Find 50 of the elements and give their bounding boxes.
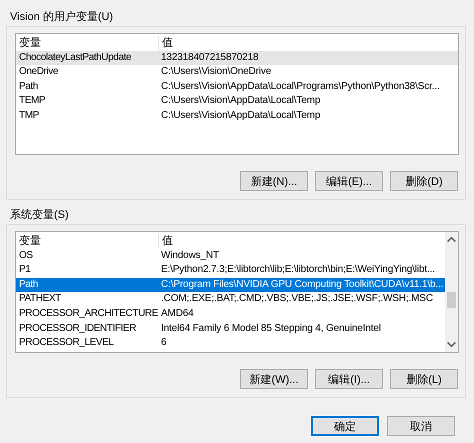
dialog-button[interactable]: 取消 [387, 416, 455, 436]
variable-name: Path [19, 278, 39, 292]
variable-value: E:\Python2.7.3;E:\libtorch\lib;E:\libtorch\bin;E:\WeiYingYing\libt... [161, 263, 436, 278]
variable-name: PROCESSOR_IDENTIFIER [19, 322, 138, 336]
variable-name: TEMP [19, 94, 46, 108]
variable-name: Path [19, 80, 39, 94]
dialog-button[interactable]: 新建(W)... [240, 369, 308, 389]
dialog-button[interactable]: 确定 [311, 416, 379, 436]
variable-row[interactable]: TMP C:\Users\Vision\AppData\Local\Temp [16, 108, 458, 124]
variable-value: C:\Users\Vision\OneDrive [161, 65, 272, 80]
scroll-thumb[interactable] [447, 292, 456, 308]
variable-name: PROCESSOR_LEVEL [19, 336, 115, 350]
variable-row[interactable]: PATHEXT .COM;.EXE;.BAT;.CMD;.VBS;.VBE;.JS;.JSE;.WSF;.WSH;.MSC [16, 292, 445, 307]
variable-value: 132318407215870218 [161, 50, 260, 65]
variable-name: ChocolateyLastPathUpdate [19, 50, 132, 65]
variable-row[interactable]: Path C:\Program Files\NVIDIA GPU Computing Toolkit\CUDA\v11.1\b... [16, 278, 445, 292]
variable-value: Windows_NT [161, 248, 220, 263]
dialog-button[interactable]: 新建(N)... [240, 171, 308, 191]
variable-row[interactable]: OS Windows_NT [16, 248, 445, 264]
column-header[interactable]: 变量 [19, 234, 161, 249]
variable-name: PROCESSOR_ARCHITECTURE [19, 306, 159, 321]
variable-name: OS [19, 248, 34, 263]
dialog-button[interactable]: 删除(D) [390, 171, 458, 191]
variable-row[interactable]: PROCESSOR_IDENTIFIER Intel64 Family 6 Model 85 Stepping 4, GenuineIntel [16, 322, 445, 336]
dialog-button[interactable]: 编辑(E)... [315, 171, 383, 191]
variable-value: 6 [161, 336, 168, 350]
column-header[interactable]: 变量 [19, 36, 161, 51]
variable-row[interactable]: TEMP C:\Users\Vision\AppData\Local\Temp [16, 94, 458, 109]
variable-name: PATHEXT [19, 292, 62, 306]
variable-name: P1 [19, 263, 32, 278]
variable-row[interactable]: PROCESSOR_ARCHITECTURE AMD64 [16, 306, 445, 322]
variable-value: C:\Users\Vision\AppData\Local\Programs\Python\Python38\Scr... [161, 80, 441, 94]
variable-value: C:\Users\Vision\AppData\Local\Temp [161, 94, 322, 108]
variable-row[interactable]: Path C:\Users\Vision\AppData\Local\Programs\Python\Python38\Scr... [16, 80, 458, 94]
dialog-button[interactable]: 删除(L) [390, 369, 458, 389]
variable-name: OneDrive [19, 65, 60, 80]
variable-name: TMP [19, 108, 40, 123]
variable-row[interactable]: OneDrive C:\Users\Vision\OneDrive [16, 65, 458, 80]
variable-value: C:\Users\Vision\AppData\Local\Temp [161, 108, 322, 123]
scrollbar[interactable] [445, 232, 458, 352]
variable-value: Intel64 Family 6 Model 85 Stepping 4, GenuineIntel [161, 322, 382, 336]
variable-row[interactable]: ChocolateyLastPathUpdate 132318407215870218 [16, 50, 458, 66]
variable-value: .COM;.EXE;.BAT;.CMD;.VBS;.VBE;.JS;.JSE;.WSF;.WSH;.MSC [161, 292, 434, 306]
group-title: Vision 的用户变量(U) [9, 10, 114, 25]
variable-row[interactable]: PROCESSOR_LEVEL 6 [16, 336, 445, 351]
variable-row[interactable]: P1 E:\Python2.7.3;E:\libtorch\lib;E:\libtorch\bin;E:\WeiYingYing\libt... [16, 263, 445, 278]
group-title: 系统变量(S) [9, 208, 70, 223]
variable-value: C:\Program Files\NVIDIA GPU Computing Toolkit\CUDA\v11.1\b... [161, 278, 444, 292]
dialog-button[interactable]: 编辑(I)... [315, 369, 383, 389]
variable-value: AMD64 [161, 306, 195, 321]
